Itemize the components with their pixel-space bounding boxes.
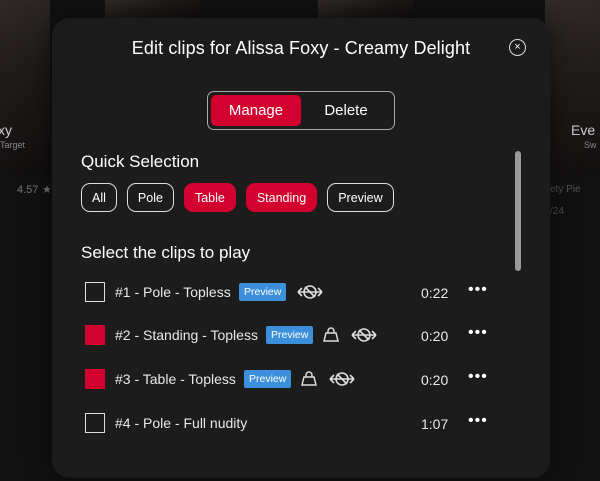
clip-checkbox[interactable] bbox=[85, 413, 105, 433]
quick-selection-chips: All Pole Table Standing Preview bbox=[81, 183, 394, 212]
clip-label: #2 - Standing - Topless bbox=[115, 327, 258, 343]
modal-title: Edit clips for Alissa Foxy - Creamy Deli… bbox=[131, 38, 471, 58]
edit-clips-modal: Edit clips for Alissa Foxy - Creamy Deli… bbox=[52, 18, 550, 478]
close-button[interactable]: × bbox=[509, 39, 526, 56]
manage-delete-toggle: Manage Delete bbox=[207, 91, 395, 130]
clip-tags: Preview bbox=[266, 326, 379, 344]
model-name: Eve bbox=[571, 122, 596, 138]
clip-row[interactable]: #3 - Table - Topless Preview 0:20 ••• bbox=[85, 367, 495, 391]
no-sync-icon bbox=[329, 372, 355, 386]
close-icon: × bbox=[514, 41, 521, 53]
more-options-icon[interactable]: ••• bbox=[468, 324, 488, 342]
clip-checkbox[interactable] bbox=[85, 282, 105, 302]
more-options-icon[interactable]: ••• bbox=[468, 368, 488, 386]
clip-tags: Preview bbox=[244, 370, 357, 388]
clip-row[interactable]: #2 - Standing - Topless Preview 0:20 ••• bbox=[85, 323, 495, 347]
quick-selection-title: Quick Selection bbox=[81, 152, 200, 171]
tab-delete[interactable]: Delete bbox=[301, 95, 391, 126]
chip-preview[interactable]: Preview bbox=[327, 183, 394, 212]
bag-icon bbox=[301, 371, 318, 386]
chip-table[interactable]: Table bbox=[183, 183, 236, 212]
more-options-icon[interactable]: ••• bbox=[468, 281, 488, 299]
background-model-card: Eve Sw ety Pie /24 bbox=[545, 0, 600, 240]
clip-duration: 1:07 bbox=[421, 416, 449, 432]
scrollbar-thumb[interactable] bbox=[515, 151, 521, 271]
clips-section-title: Select the clips to play bbox=[81, 243, 251, 262]
star-icon: ★ bbox=[42, 184, 50, 196]
clip-duration: 0:22 bbox=[421, 285, 449, 301]
no-sync-icon bbox=[297, 285, 323, 299]
bag-icon bbox=[323, 327, 340, 342]
clip-tags: Preview bbox=[239, 283, 325, 301]
clip-label: #1 - Pole - Topless bbox=[115, 284, 231, 300]
clip-row[interactable]: #4 - Pole - Full nudity 1:07 ••• bbox=[85, 411, 495, 435]
clip-row[interactable]: #1 - Pole - Topless Preview 0:22 ••• bbox=[85, 280, 495, 304]
model-subtitle: Target bbox=[0, 140, 26, 150]
scrollbar[interactable] bbox=[515, 151, 521, 481]
model-name: xy bbox=[0, 122, 12, 138]
model-subtitle: Sw bbox=[584, 140, 597, 150]
card-meta: ety Pie bbox=[550, 184, 581, 195]
tab-manage[interactable]: Manage bbox=[211, 95, 301, 126]
clip-checkbox[interactable] bbox=[85, 325, 105, 345]
clip-label: #4 - Pole - Full nudity bbox=[115, 415, 248, 431]
clip-checkbox[interactable] bbox=[85, 369, 105, 389]
background-thumbnail bbox=[105, 0, 200, 20]
no-sync-icon bbox=[351, 328, 377, 342]
background-model-card: xy Target 4.57 ★ bbox=[0, 0, 50, 240]
preview-badge: Preview bbox=[266, 326, 314, 344]
background-thumbnail bbox=[318, 0, 413, 20]
preview-badge: Preview bbox=[239, 283, 287, 301]
more-options-icon[interactable]: ••• bbox=[468, 412, 488, 430]
chip-pole[interactable]: Pole bbox=[126, 183, 174, 212]
card-meta: /24 bbox=[550, 206, 564, 217]
rating-value: 4.57 bbox=[17, 184, 39, 196]
clip-duration: 0:20 bbox=[421, 328, 449, 344]
chip-all[interactable]: All bbox=[81, 183, 117, 212]
chip-standing[interactable]: Standing bbox=[245, 183, 318, 212]
clip-duration: 0:20 bbox=[421, 372, 449, 388]
preview-badge: Preview bbox=[244, 370, 292, 388]
clip-label: #3 - Table - Topless bbox=[115, 371, 236, 387]
